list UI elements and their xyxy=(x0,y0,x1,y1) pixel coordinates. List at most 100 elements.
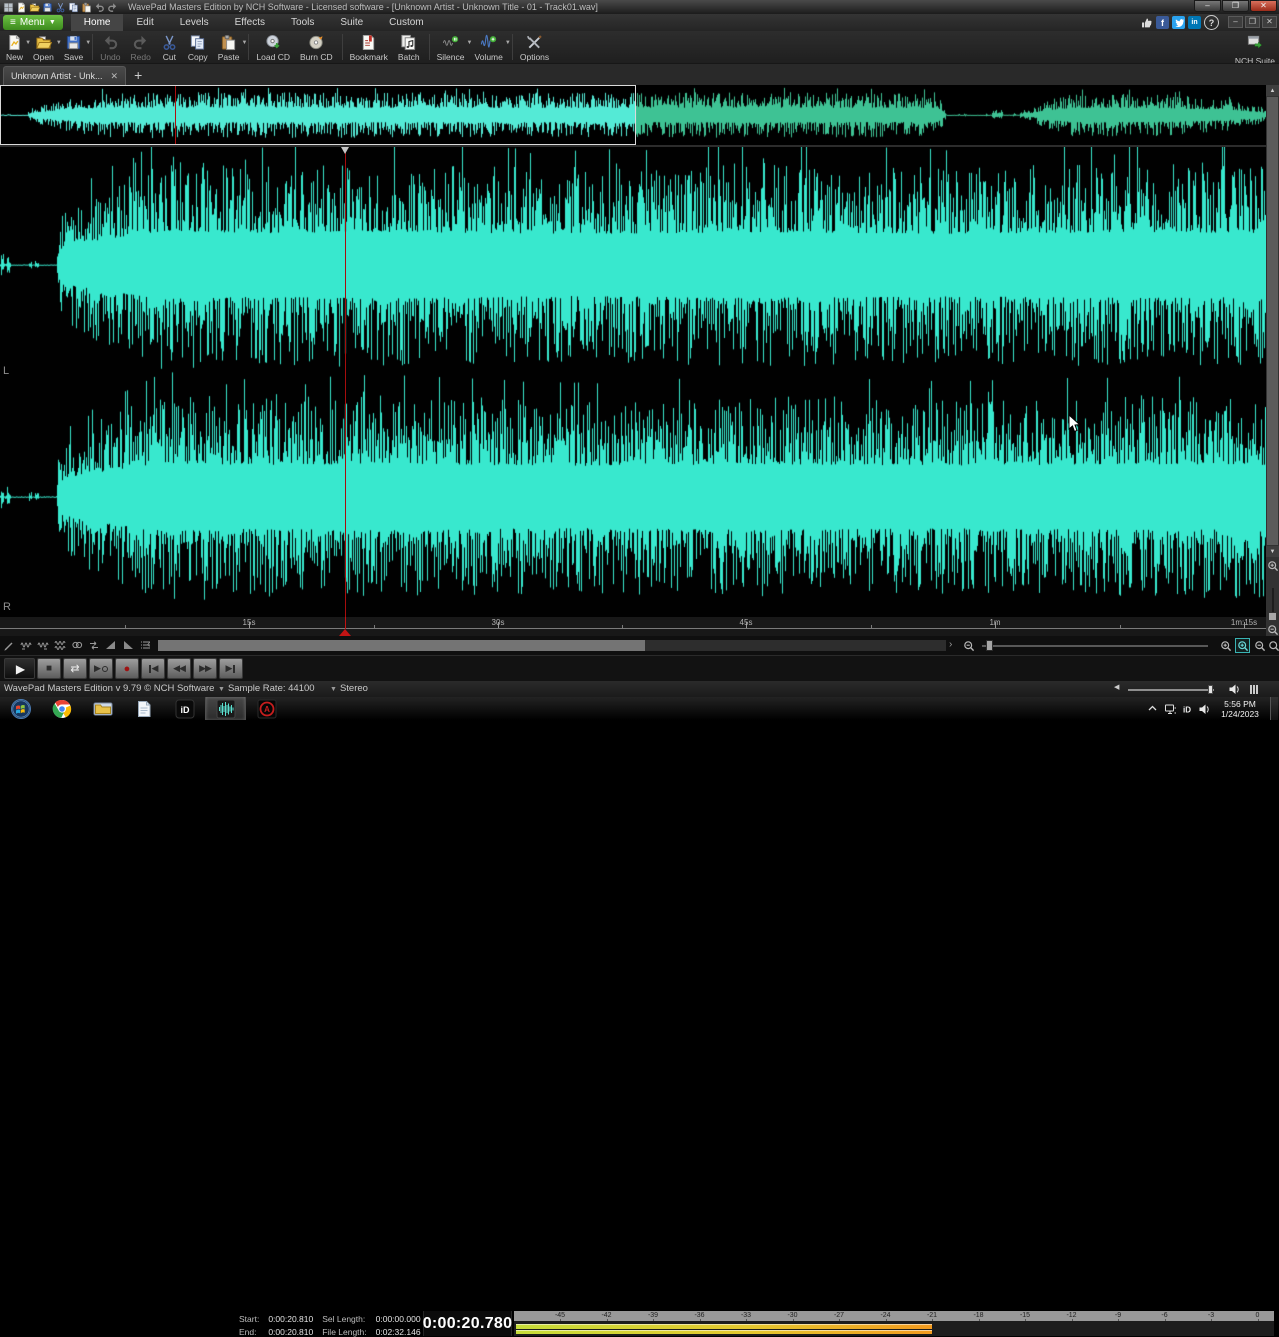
menu-tab-edit[interactable]: Edit xyxy=(123,14,166,31)
taskbar-item-recorder[interactable]: A xyxy=(246,697,287,720)
link-channels-icon[interactable] xyxy=(70,638,84,652)
undo-button[interactable]: Undo xyxy=(96,33,126,62)
horizontal-scrollbar-track[interactable] xyxy=(158,640,946,651)
menu-tab-custom[interactable]: Custom xyxy=(376,14,436,31)
new-icon[interactable] xyxy=(15,1,27,13)
zoom-in-button[interactable] xyxy=(1218,638,1233,653)
new-button[interactable]: New▼ xyxy=(2,33,29,62)
menu-tab-levels[interactable]: Levels xyxy=(167,14,222,31)
output-volume-slider[interactable] xyxy=(1128,689,1214,691)
wave-view-1-icon[interactable] xyxy=(19,638,33,652)
tab-close-icon[interactable]: ✕ xyxy=(111,71,119,82)
mdi-close-button[interactable]: ✕ xyxy=(1262,16,1277,28)
waveform-overview[interactable] xyxy=(0,85,1266,145)
fast-forward-button[interactable]: ▶▶ xyxy=(193,658,217,679)
playhead-top-marker[interactable] xyxy=(341,147,349,154)
linkedin-icon[interactable]: in xyxy=(1188,16,1201,29)
scroll-left-button[interactable]: ‹ xyxy=(147,639,150,651)
zoom-slider-handle[interactable] xyxy=(986,640,993,651)
zoom-out-full-button[interactable] xyxy=(1252,638,1267,653)
channel-mode-selector[interactable]: ▼Stereo xyxy=(330,683,368,694)
cut-icon[interactable] xyxy=(54,1,66,13)
network-icon[interactable] xyxy=(1164,703,1176,715)
hidden-icons-icon[interactable] xyxy=(1147,703,1159,715)
taskbar-item-id-app[interactable]: iD xyxy=(164,697,205,720)
batch-button[interactable]: Batch xyxy=(394,33,426,62)
id-tray-icon[interactable]: iD xyxy=(1181,703,1193,715)
burn-cd-button[interactable]: Burn CD xyxy=(296,33,339,62)
stop-button[interactable]: ■ xyxy=(37,658,61,679)
draw-pencil-icon[interactable] xyxy=(2,638,16,652)
main-waveform-view[interactable]: L R xyxy=(0,147,1266,617)
mdi-minimize-button[interactable]: – xyxy=(1228,16,1243,28)
speaker-icon[interactable] xyxy=(1228,683,1240,698)
chevron-down-icon[interactable]: ▼ xyxy=(241,40,247,46)
chevron-down-icon[interactable]: ▼ xyxy=(505,40,511,46)
horizontal-scrollbar-thumb[interactable] xyxy=(158,640,645,651)
swap-channels-icon[interactable] xyxy=(87,638,101,652)
silence-button[interactable]: Silence▼ xyxy=(433,33,471,62)
taskbar-item-notes[interactable] xyxy=(123,697,164,720)
options-button[interactable]: Options xyxy=(516,33,555,62)
menu-button[interactable]: ≡ Menu ▼ xyxy=(3,15,63,30)
skip-end-button[interactable]: ▶ xyxy=(219,658,243,679)
taskbar-item-wavepad[interactable] xyxy=(205,697,246,720)
chevron-down-icon[interactable]: ▼ xyxy=(85,40,91,46)
bookmark-button[interactable]: Bookmark xyxy=(346,33,394,62)
window-maximize-button[interactable]: ❐ xyxy=(1222,0,1249,12)
zoom-slider-track[interactable] xyxy=(982,645,1208,647)
vertical-zoom-in-button[interactable] xyxy=(1266,559,1279,572)
new-tab-button[interactable]: + xyxy=(134,66,142,85)
zoom-out-button[interactable] xyxy=(961,638,976,653)
play-cursor-button[interactable]: ▶ xyxy=(89,658,113,679)
fade-out-icon[interactable] xyxy=(121,638,135,652)
scroll-up-button[interactable]: ▲ xyxy=(1266,85,1279,96)
paste-icon[interactable] xyxy=(80,1,92,13)
menu-tab-suite[interactable]: Suite xyxy=(327,14,376,31)
taskbar-item-explorer[interactable] xyxy=(82,697,123,720)
cut-button[interactable]: Cut xyxy=(157,33,184,62)
copy-icon[interactable] xyxy=(67,1,79,13)
app-icon[interactable] xyxy=(2,1,14,13)
document-tab[interactable]: Unknown Artist - Unk... ✕ xyxy=(3,66,126,85)
main-waveform-canvas[interactable] xyxy=(0,147,1266,617)
menu-tab-tools[interactable]: Tools xyxy=(278,14,327,31)
save-button[interactable]: Save▼ xyxy=(60,33,89,62)
timeline-ruler[interactable]: 15s30s45s1m1m:15s xyxy=(0,617,1266,636)
rewind-button[interactable]: ◀◀ xyxy=(167,658,191,679)
output-volume-handle[interactable] xyxy=(1208,685,1213,694)
tray-clock[interactable]: 5:56 PM 1/24/2023 xyxy=(1215,699,1265,719)
skip-start-button[interactable]: ◀ xyxy=(141,658,165,679)
paste-button[interactable]: Paste▼ xyxy=(214,33,246,62)
menu-tab-home[interactable]: Home xyxy=(71,14,124,31)
zoom-selection-button[interactable] xyxy=(1235,638,1250,653)
vertical-zoom-out-button[interactable] xyxy=(1266,623,1279,636)
twitter-icon[interactable] xyxy=(1172,16,1185,29)
redo-icon[interactable] xyxy=(106,1,118,13)
save-icon[interactable] xyxy=(41,1,53,13)
open-icon[interactable] xyxy=(28,1,40,13)
window-minimize-button[interactable]: – xyxy=(1194,0,1221,12)
loop-button[interactable]: ⇄ xyxy=(63,658,87,679)
redo-button[interactable]: Redo xyxy=(127,33,157,62)
undo-icon[interactable] xyxy=(93,1,105,13)
volume-button[interactable]: Volume▼ xyxy=(471,33,509,62)
copy-button[interactable]: Copy xyxy=(184,33,214,62)
overview-visible-region[interactable] xyxy=(0,85,636,145)
facebook-icon[interactable]: f xyxy=(1156,16,1169,29)
window-close-button[interactable]: ✕ xyxy=(1250,0,1277,12)
taskbar-item-start[interactable] xyxy=(0,697,41,720)
wave-view-2-icon[interactable] xyxy=(36,638,50,652)
speaker-icon[interactable] xyxy=(1198,703,1210,715)
record-button[interactable]: ● xyxy=(115,658,139,679)
vertical-zoom-handle[interactable] xyxy=(1268,612,1277,621)
show-desktop-button[interactable] xyxy=(1270,697,1278,720)
fade-in-icon[interactable] xyxy=(104,638,118,652)
zoom-fit-button[interactable] xyxy=(1266,638,1279,653)
help-icon[interactable]: ? xyxy=(1204,15,1219,30)
mdi-restore-button[interactable]: ❐ xyxy=(1245,16,1260,28)
nch-suite-button[interactable]: NCH Suite xyxy=(1235,33,1275,66)
volume-down-icon[interactable]: ◀ xyxy=(1114,683,1119,691)
vertical-scrollbar[interactable] xyxy=(1267,97,1278,545)
scroll-right-button[interactable]: › xyxy=(949,639,952,651)
